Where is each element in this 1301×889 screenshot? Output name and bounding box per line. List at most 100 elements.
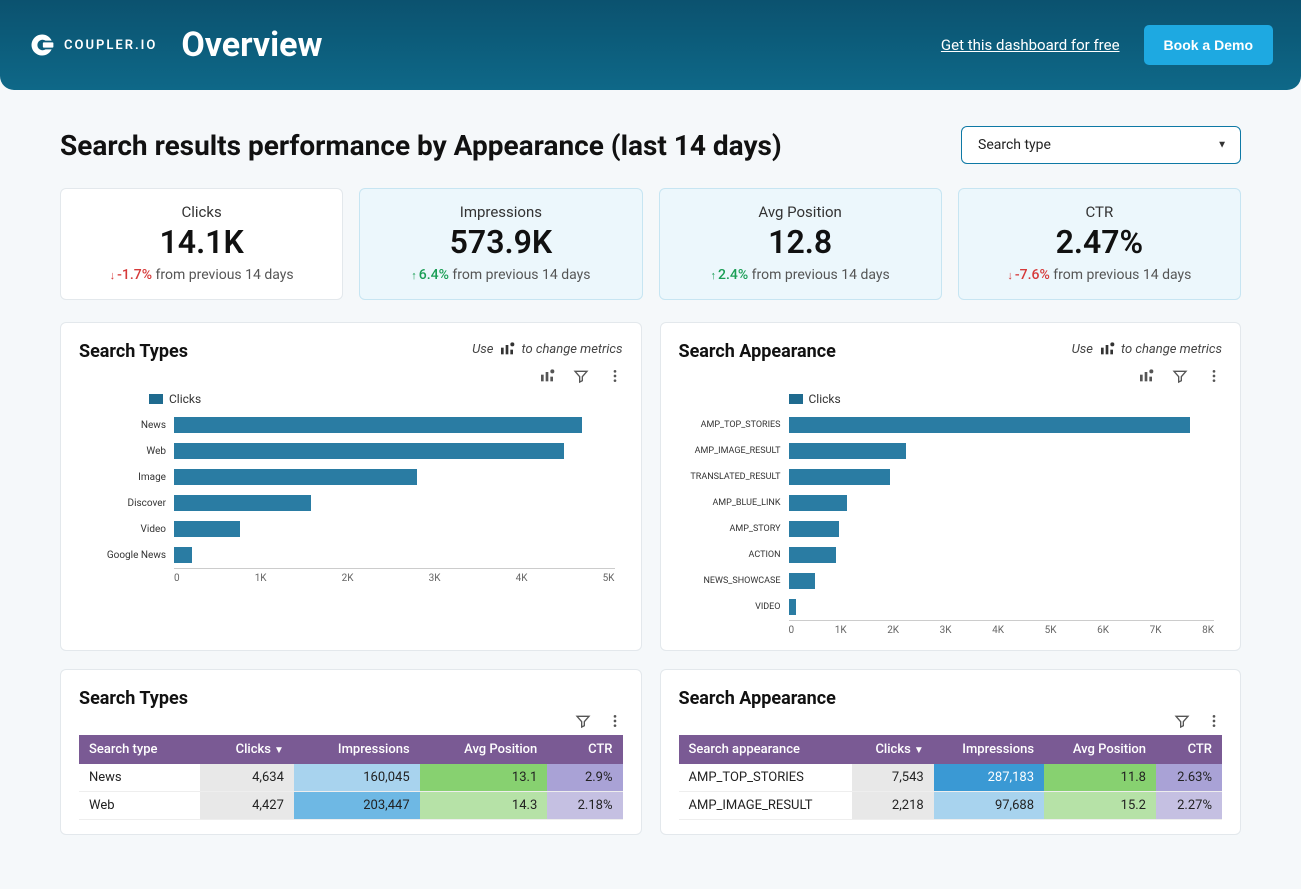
col-avg-position[interactable]: Avg Position xyxy=(420,735,548,764)
panel-search-types-table: Search Types Search type Clicks▼ Impress… xyxy=(60,669,642,835)
axis-tick: 3K xyxy=(940,625,952,636)
col-impressions[interactable]: Impressions xyxy=(934,735,1044,764)
header-page-title: Overview xyxy=(181,25,322,65)
panel-tools xyxy=(79,368,623,384)
bar-row: TRANSLATED_RESULT xyxy=(679,464,1215,490)
search-type-select[interactable]: Search type ▼ xyxy=(961,126,1241,164)
filter-icon[interactable] xyxy=(575,713,591,729)
metric-card-ctr: CTR 2.47% -7.6% from previous 14 days xyxy=(958,188,1241,300)
bar-label: AMP_TOP_STORIES xyxy=(679,420,789,430)
bar-label: AMP_IMAGE_RESULT xyxy=(679,446,789,456)
col-clicks[interactable]: Clicks▼ xyxy=(200,735,294,764)
axis-tick: 0 xyxy=(174,573,180,584)
select-value: Search type xyxy=(961,126,1241,164)
delta-up: 6.4% xyxy=(411,267,449,283)
get-dashboard-link[interactable]: Get this dashboard for free xyxy=(941,36,1120,54)
col-ctr[interactable]: CTR xyxy=(547,735,622,764)
metric-change: 2.4% from previous 14 days xyxy=(670,267,931,283)
more-icon[interactable] xyxy=(607,713,623,729)
panel-search-appearance-table: Search Appearance Search appearance Clic… xyxy=(660,669,1242,835)
delta-suffix: from previous 14 days xyxy=(452,267,590,283)
bar-row: AMP_TOP_STORIES xyxy=(679,412,1215,438)
bar-fill xyxy=(789,443,907,459)
panel-title: Search Types xyxy=(79,341,188,362)
more-icon[interactable] xyxy=(1206,713,1222,729)
chart-settings-icon xyxy=(499,341,515,357)
book-demo-button[interactable]: Book a Demo xyxy=(1144,25,1273,65)
search-appearance-table: Search appearance Clicks▼ Impressions Av… xyxy=(679,735,1223,820)
col-search-appearance[interactable]: Search appearance xyxy=(679,735,852,764)
bar-fill xyxy=(789,573,816,589)
bar-row: Video xyxy=(79,516,615,542)
bar-label: Video xyxy=(79,524,174,535)
axis-tick: 0 xyxy=(789,625,795,636)
bar-label: ACTION xyxy=(679,550,789,560)
bar-label: AMP_BLUE_LINK xyxy=(679,498,789,508)
table-header-row: Search type Clicks▼ Impressions Avg Posi… xyxy=(79,735,623,764)
bar-fill xyxy=(174,547,192,563)
table-row: AMP_TOP_STORIES 7,543 287,183 11.8 2.63% xyxy=(679,764,1223,792)
col-clicks[interactable]: Clicks▼ xyxy=(852,735,934,764)
bar-row: Discover xyxy=(79,490,615,516)
sort-desc-icon: ▼ xyxy=(274,745,284,756)
bar-row: Image xyxy=(79,464,615,490)
title-row: Search results performance by Appearance… xyxy=(60,126,1241,164)
chart-config-icon[interactable] xyxy=(539,368,555,384)
filter-icon[interactable] xyxy=(1172,368,1188,384)
panel-search-appearance-chart: Search Appearance Use to change metrics … xyxy=(660,322,1242,651)
table-row: News 4,634 160,045 13.1 2.9% xyxy=(79,764,623,792)
bar-label: Web xyxy=(79,446,174,457)
bar-fill xyxy=(174,469,417,485)
metric-change: -7.6% from previous 14 days xyxy=(969,267,1230,283)
col-search-type[interactable]: Search type xyxy=(79,735,200,764)
col-avg-position[interactable]: Avg Position xyxy=(1044,735,1156,764)
panel-hint: Use to change metrics xyxy=(472,341,622,357)
bar-fill xyxy=(789,469,890,485)
panel-title: Search Appearance xyxy=(679,341,836,362)
bar-fill xyxy=(174,495,311,511)
metric-card-avg-position: Avg Position 12.8 2.4% from previous 14 … xyxy=(659,188,942,300)
metric-label: Avg Position xyxy=(670,203,931,221)
coupler-icon xyxy=(28,31,56,59)
filter-icon[interactable] xyxy=(1174,713,1190,729)
axis-tick: 8K xyxy=(1202,625,1214,636)
legend-swatch xyxy=(789,394,803,404)
header-left: COUPLER.IO Overview xyxy=(28,25,322,65)
bar-label: AMP_STORY xyxy=(679,524,789,534)
panel-title: Search Appearance xyxy=(679,688,836,709)
tables-row: Search Types Search type Clicks▼ Impress… xyxy=(60,669,1241,835)
bar-fill xyxy=(789,417,1190,433)
more-icon[interactable] xyxy=(607,368,623,384)
charts-row: Search Types Use to change metrics Click… xyxy=(60,322,1241,651)
page-title: Search results performance by Appearance… xyxy=(60,129,782,162)
search-types-table: Search type Clicks▼ Impressions Avg Posi… xyxy=(79,735,623,820)
axis-tick: 5K xyxy=(603,573,615,584)
more-icon[interactable] xyxy=(1206,368,1222,384)
axis-tick: 4K xyxy=(992,625,1004,636)
chart-config-icon[interactable] xyxy=(1138,368,1154,384)
bar-fill xyxy=(174,521,240,537)
metric-label: Impressions xyxy=(370,203,631,221)
bar-row: Web xyxy=(79,438,615,464)
bar-row: AMP_IMAGE_RESULT xyxy=(679,438,1215,464)
app-header: COUPLER.IO Overview Get this dashboard f… xyxy=(0,0,1301,90)
delta-suffix: from previous 14 days xyxy=(752,267,890,283)
metric-value: 14.1K xyxy=(71,223,332,261)
axis-tick: 1K xyxy=(255,573,267,584)
axis-tick: 7K xyxy=(1150,625,1162,636)
col-impressions[interactable]: Impressions xyxy=(294,735,420,764)
col-ctr[interactable]: CTR xyxy=(1156,735,1222,764)
bar-row: ACTION xyxy=(679,542,1215,568)
axis-tick: 6K xyxy=(1097,625,1109,636)
bar-label: Google News xyxy=(79,550,174,561)
panel-title: Search Types xyxy=(79,688,188,709)
delta-up: 2.4% xyxy=(711,267,749,283)
brand-logo: COUPLER.IO xyxy=(28,31,157,59)
bar-fill xyxy=(789,599,797,615)
axis-tick: 2K xyxy=(887,625,899,636)
bar-label: Discover xyxy=(79,498,174,509)
filter-icon[interactable] xyxy=(573,368,589,384)
bar-label: TRANSLATED_RESULT xyxy=(679,472,789,482)
axis-tick: 4K xyxy=(516,573,528,584)
bar-row: VIDEO xyxy=(679,594,1215,620)
